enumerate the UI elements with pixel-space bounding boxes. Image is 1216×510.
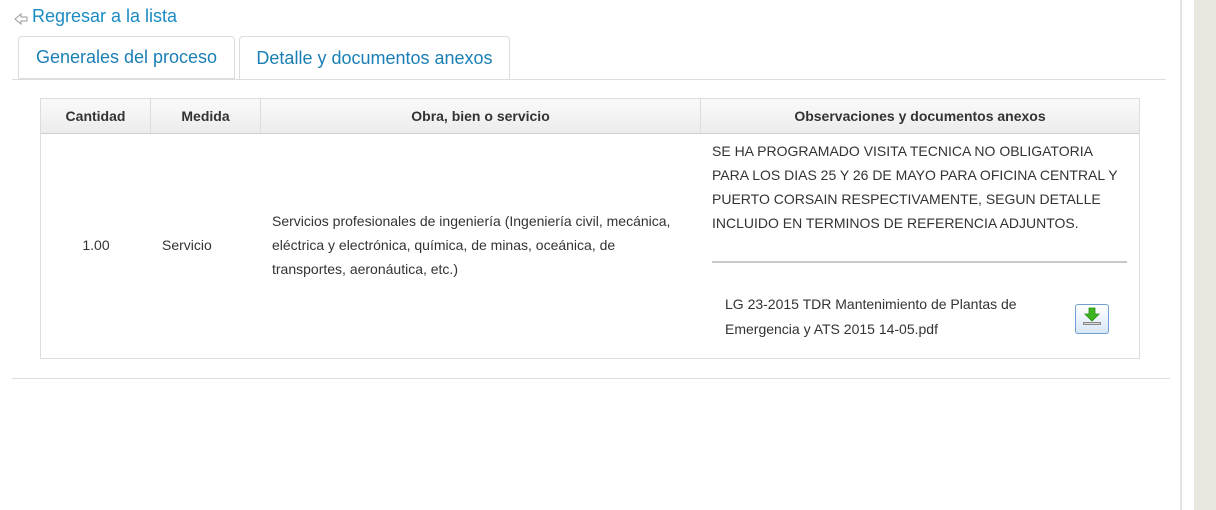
- tab-generales-del-proceso[interactable]: Generales del proceso: [18, 36, 235, 79]
- tab-detalle-y-documentos[interactable]: Detalle y documentos anexos: [239, 36, 510, 80]
- back-to-list-link[interactable]: Regresar a la lista: [14, 6, 177, 27]
- left-arrow-icon: [14, 10, 28, 25]
- page-side-strip: [1194, 0, 1216, 510]
- download-button[interactable]: [1075, 304, 1109, 334]
- table-header: Cantidad Medida Obra, bien o servicio Ob…: [41, 99, 1139, 134]
- observations-divider: [712, 261, 1127, 263]
- cell-observaciones: SE HA PROGRAMADO VISITA TECNICA NO OBLIG…: [712, 143, 1118, 231]
- cell-cantidad: 1.00: [82, 237, 110, 253]
- page-gutter: [1182, 0, 1194, 510]
- cell-medida: Servicio: [162, 237, 212, 253]
- header-observaciones: Observaciones y documentos anexos: [794, 108, 1046, 124]
- tab-divider: [12, 79, 1166, 80]
- section-divider: [12, 378, 1170, 379]
- header-obra: Obra, bien o servicio: [261, 99, 701, 133]
- detail-table: Cantidad Medida Obra, bien o servicio Ob…: [40, 98, 1140, 359]
- header-medida: Medida: [151, 99, 261, 133]
- page-content: Regresar a la lista Generales del proces…: [0, 0, 1180, 510]
- download-icon: [1081, 307, 1103, 332]
- cell-obra: Servicios profesionales de ingeniería (I…: [272, 213, 671, 277]
- header-cantidad: Cantidad: [41, 99, 151, 133]
- attachment-file-name: LG 23-2015 TDR Mantenimiento de Plantas …: [725, 296, 1017, 337]
- back-link-label: Regresar a la lista: [32, 6, 178, 26]
- tab-label: Detalle y documentos anexos: [256, 47, 493, 68]
- tab-label: Generales del proceso: [35, 47, 218, 67]
